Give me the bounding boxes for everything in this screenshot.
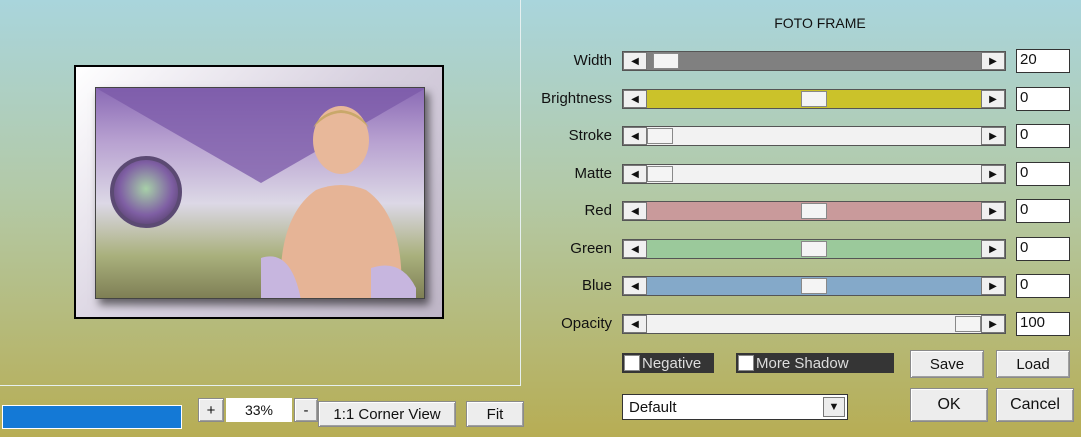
more-shadow-checkbox[interactable]: More Shadow	[736, 353, 894, 373]
zoom-out-button[interactable]: -	[294, 398, 318, 422]
corner-view-button[interactable]: 1:1 Corner View	[318, 401, 456, 427]
right-arrow-icon[interactable]: ▶	[981, 90, 1005, 108]
red-value-field[interactable]: 0	[1016, 199, 1070, 223]
left-arrow-icon[interactable]: ◀	[623, 165, 647, 183]
stroke-slider-thumb[interactable]	[647, 128, 673, 144]
green-slider-thumb[interactable]	[801, 241, 827, 257]
opacity-label: Opacity	[561, 315, 612, 332]
left-arrow-icon[interactable]: ◀	[623, 202, 647, 220]
frame-preview-image	[95, 87, 425, 299]
matte-label: Matte	[574, 165, 612, 182]
preset-select[interactable]: Default ▼	[622, 394, 848, 420]
left-arrow-icon[interactable]: ◀	[623, 315, 647, 333]
circle-inset-graphic	[110, 156, 182, 228]
left-arrow-icon[interactable]: ◀	[623, 52, 647, 70]
cancel-button[interactable]: Cancel	[996, 388, 1074, 422]
right-arrow-icon[interactable]: ▶	[981, 315, 1005, 333]
brightness-slider[interactable]: ◀ ▶	[622, 89, 1006, 109]
brightness-value-field[interactable]: 0	[1016, 87, 1070, 111]
left-arrow-icon[interactable]: ◀	[623, 127, 647, 145]
save-button[interactable]: Save	[910, 350, 984, 378]
right-arrow-icon[interactable]: ▶	[981, 202, 1005, 220]
left-arrow-icon[interactable]: ◀	[623, 277, 647, 295]
right-arrow-icon[interactable]: ▶	[981, 52, 1005, 70]
left-arrow-icon[interactable]: ◀	[623, 90, 647, 108]
stroke-slider[interactable]: ◀ ▶	[622, 126, 1006, 146]
blue-slider[interactable]: ◀ ▶	[622, 276, 1006, 296]
portrait-graphic	[261, 106, 416, 298]
more-shadow-label: More Shadow	[756, 354, 849, 372]
right-arrow-icon[interactable]: ▶	[981, 165, 1005, 183]
red-label: Red	[584, 202, 612, 219]
right-arrow-icon[interactable]: ▶	[981, 277, 1005, 295]
green-slider[interactable]: ◀ ▶	[622, 239, 1006, 259]
matte-slider-thumb[interactable]	[647, 166, 673, 182]
opacity-value-field[interactable]: 100	[1016, 312, 1070, 336]
zoom-in-button[interactable]: +	[198, 398, 224, 422]
dialog-title: FOTO FRAME	[774, 15, 866, 31]
progress-bar	[2, 405, 182, 429]
left-arrow-icon[interactable]: ◀	[623, 240, 647, 258]
negative-checkbox[interactable]: Negative	[622, 353, 714, 373]
blue-value-field[interactable]: 0	[1016, 274, 1070, 298]
opacity-slider[interactable]: ◀ ▶	[622, 314, 1006, 334]
red-slider-thumb[interactable]	[801, 203, 827, 219]
opacity-slider-thumb[interactable]	[955, 316, 981, 332]
negative-label: Negative	[642, 354, 702, 372]
right-arrow-icon[interactable]: ▶	[981, 240, 1005, 258]
green-value-field[interactable]: 0	[1016, 237, 1070, 261]
stroke-label: Stroke	[568, 127, 612, 144]
preset-selected-value: Default	[629, 399, 677, 416]
blue-label: Blue	[581, 277, 612, 294]
load-button[interactable]: Load	[996, 350, 1070, 378]
brightness-label: Brightness	[541, 90, 612, 107]
width-label: Width	[573, 52, 612, 69]
more-shadow-checkbox-box[interactable]	[738, 355, 754, 371]
brightness-slider-thumb[interactable]	[801, 91, 827, 107]
right-arrow-icon[interactable]: ▶	[981, 127, 1005, 145]
matte-value-field[interactable]: 0	[1016, 162, 1070, 186]
negative-checkbox-box[interactable]	[624, 355, 640, 371]
zoom-value: 33%	[226, 398, 292, 422]
matte-slider[interactable]: ◀ ▶	[622, 164, 1006, 184]
green-label: Green	[570, 240, 612, 257]
width-value-field[interactable]: 20	[1016, 49, 1070, 73]
blue-slider-thumb[interactable]	[801, 278, 827, 294]
chevron-down-icon[interactable]: ▼	[823, 397, 845, 417]
width-slider-thumb[interactable]	[653, 53, 679, 69]
width-slider[interactable]: ◀ ▶	[622, 51, 1006, 71]
red-slider[interactable]: ◀ ▶	[622, 201, 1006, 221]
ok-button[interactable]: OK	[910, 388, 988, 422]
fit-button[interactable]: Fit	[466, 401, 524, 427]
stroke-value-field[interactable]: 0	[1016, 124, 1070, 148]
